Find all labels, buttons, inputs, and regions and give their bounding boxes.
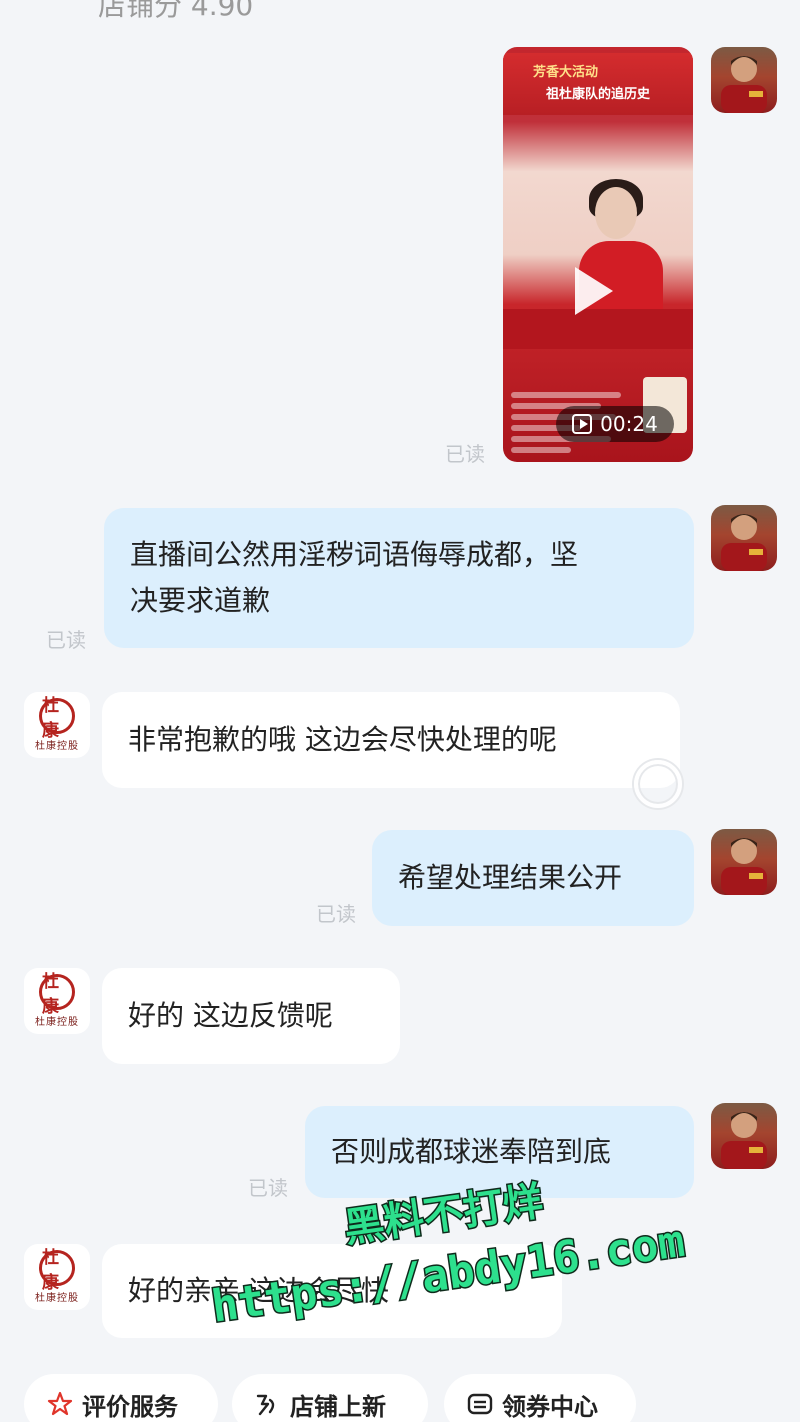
video-message[interactable]: 芳香大活动 祖杜康队的追历史 (503, 47, 693, 462)
coupon-center-button[interactable]: 领券中心 (444, 1374, 636, 1422)
video-banner-title: 芳香大活动 (533, 65, 599, 80)
desk (503, 309, 693, 349)
message-text: 希望处理结果公开 (398, 861, 623, 894)
message-text: 决要求道歉 (130, 584, 271, 617)
user-avatar[interactable] (711, 47, 777, 113)
star-icon (46, 1390, 74, 1418)
user-avatar[interactable] (711, 505, 777, 571)
read-receipt: 已读 (248, 1176, 288, 1200)
read-receipt: 已读 (316, 902, 356, 926)
video-play-icon (572, 414, 593, 434)
video-duration-text: 00:24 (600, 412, 658, 436)
rate-service-label: 评价服务 (82, 1392, 178, 1421)
bottom-bar: 评价服务 店铺上新 领券中心 (0, 1374, 800, 1422)
loading-icon (634, 760, 682, 808)
message-bubble-outgoing[interactable]: 希望处理结果公开 (372, 830, 694, 926)
user-avatar[interactable] (711, 1103, 777, 1169)
coupon-center-label: 领券中心 (502, 1392, 598, 1421)
message-bubble-incoming[interactable]: 好的 这边反馈呢 (102, 968, 400, 1064)
shop-avatar[interactable]: 杜康 杜康控股 (24, 1244, 90, 1310)
shop-new-label: 店铺上新 (290, 1392, 386, 1421)
message-bubble-outgoing[interactable]: 直播间公然用淫秽词语侮辱成都，坚 决要求道歉 (104, 508, 694, 648)
rate-service-button[interactable]: 评价服务 (24, 1374, 218, 1422)
new-arrivals-icon (254, 1390, 282, 1418)
presenter-head (595, 187, 637, 239)
message-text: 好的 这边反馈呢 (128, 999, 333, 1032)
shop-avatar[interactable]: 杜康 杜康控股 (24, 968, 90, 1034)
video-duration: 00:24 (556, 406, 674, 442)
shop-logo-icon: 杜康 (39, 972, 75, 1017)
video-banner-subtitle: 祖杜康队的追历史 (545, 87, 650, 102)
header-shop-score: 店铺分 4.90 (98, 0, 254, 22)
coupon-icon (466, 1390, 494, 1418)
play-icon[interactable] (575, 267, 613, 315)
read-receipt: 已读 (445, 442, 485, 466)
shop-new-button[interactable]: 店铺上新 (232, 1374, 428, 1422)
message-text: 否则成都球迷奉陪到底 (331, 1135, 612, 1168)
message-text: 直播间公然用淫秽词语侮辱成都，坚 (130, 538, 579, 571)
user-avatar[interactable] (711, 829, 777, 895)
message-bubble-incoming[interactable]: 非常抱歉的哦 这边会尽快处理的呢 (102, 692, 680, 788)
shop-avatar[interactable]: 杜康 杜康控股 (24, 692, 90, 758)
shop-logo-icon: 杜康 (39, 696, 75, 741)
shop-logo-icon: 杜康 (39, 1248, 75, 1293)
message-text: 非常抱歉的哦 这边会尽快处理的呢 (128, 723, 557, 756)
read-receipt: 已读 (46, 628, 86, 652)
video-banner: 芳香大活动 祖杜康队的追历史 (503, 53, 693, 115)
